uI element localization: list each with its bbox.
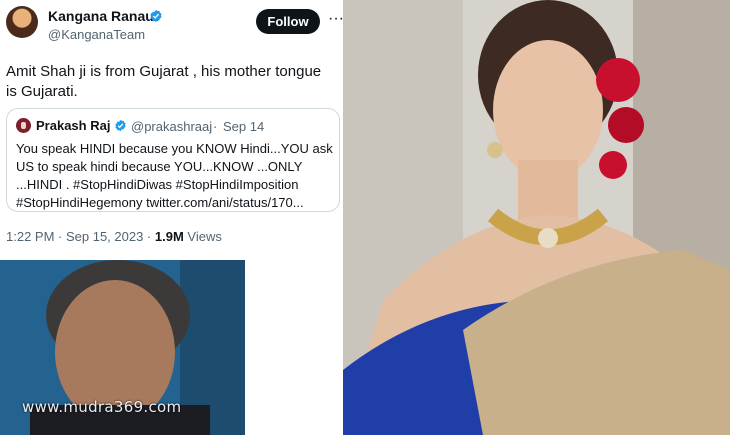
views-count: 1.9M [154, 229, 184, 244]
author-handle[interactable]: @KanganaTeam [48, 27, 145, 42]
follow-button[interactable]: Follow [256, 9, 320, 34]
quoted-tweet[interactable]: Prakash Raj @prakashraaj · Sep 14 You sp… [6, 108, 340, 212]
more-options-icon[interactable]: ··· [328, 10, 344, 28]
quoted-author-handle[interactable]: @prakashraaj [131, 119, 212, 134]
views-label: Views [187, 229, 222, 244]
photo-woman [343, 0, 730, 435]
tweet-timestamp[interactable]: 1:22 PM · Sep 15, 2023 · [6, 229, 151, 244]
quoted-author-name[interactable]: Prakash Raj [36, 118, 110, 133]
separator-dot: · [213, 119, 218, 134]
tweet-text: Amit Shah ji is from Gujarat , his mothe… [6, 63, 322, 100]
photo-man: www.mudra369.com [0, 260, 245, 435]
watermark-text: www.mudra369.com [22, 398, 182, 416]
tweet-meta: 1:22 PM · Sep 15, 2023 · 1.9M Views [6, 229, 222, 244]
author-avatar[interactable] [6, 6, 38, 38]
verified-badge-icon [115, 119, 126, 132]
verified-badge-icon [150, 9, 162, 23]
tweet-card[interactable]: Kangana Ranaut @KanganaTeam Follow ··· A… [0, 0, 344, 260]
quoted-tweet-text: You speak HINDI because you KNOW Hindi..… [16, 141, 333, 210]
quoted-author-avatar[interactable] [16, 118, 31, 133]
author-name[interactable]: Kangana Ranaut [48, 8, 158, 24]
portrait-illustration [343, 0, 730, 435]
quoted-tweet-date[interactable]: Sep 14 [223, 119, 264, 134]
